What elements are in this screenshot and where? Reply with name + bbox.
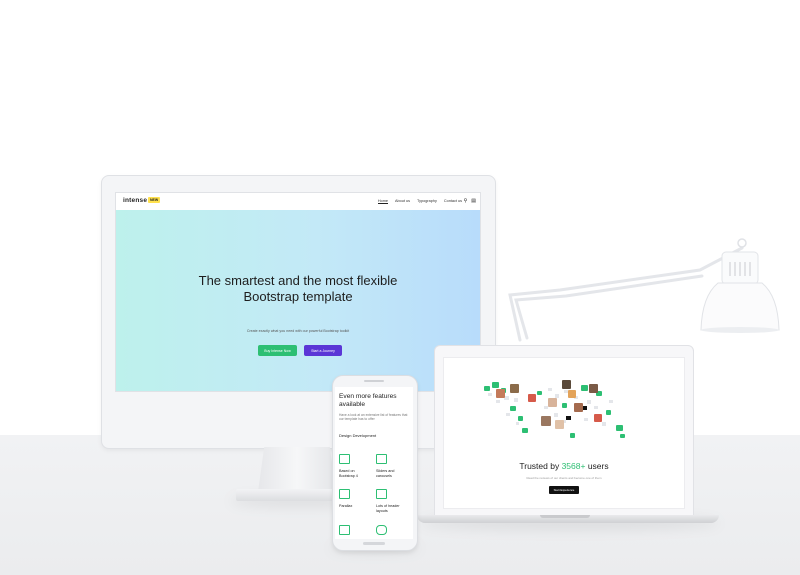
bootstrap-icon	[339, 454, 350, 464]
feature-icon-partial	[339, 525, 350, 535]
phone-screen: Even more features available Have a look…	[335, 387, 413, 539]
monitor-stand	[258, 447, 336, 492]
slider-icon	[376, 454, 387, 464]
trusted-by-prefix: Trusted by	[519, 461, 562, 471]
feature-label: Based on Bootstrap 4	[339, 469, 358, 478]
features-section-label: Design Development	[339, 433, 377, 438]
new-badge: NEW	[148, 197, 161, 203]
feature-item: Parallax	[339, 489, 371, 509]
parallax-icon	[339, 489, 350, 499]
trusted-by-suffix: users	[585, 461, 609, 471]
monitor-screen: intense NEW Home About us Typography Con…	[115, 192, 481, 392]
feature-item: Lots of header layouts	[376, 489, 408, 513]
nav-menu: Home About us Typography Contact us	[377, 199, 462, 204]
buy-now-button[interactable]: Buy Intense Now	[258, 345, 297, 356]
site-logo[interactable]: intense	[123, 197, 147, 204]
hero-title: The smartest and the most flexible Boots…	[198, 273, 398, 304]
feature-icon-partial	[376, 525, 387, 535]
start-experience-button[interactable]: Start Experience	[549, 486, 579, 494]
search-icon[interactable]: ⚲	[464, 198, 468, 204]
nav-item-about[interactable]: About us	[395, 199, 410, 204]
phone-home-indicator	[363, 542, 385, 545]
cart-icon[interactable]: ▤	[471, 198, 476, 204]
user-count: 3568+	[561, 461, 586, 471]
nav-item-typography[interactable]: Typography	[417, 199, 437, 204]
trusted-by-subtitle: Read the reviews of our clients and beco…	[526, 476, 602, 480]
feature-item: Sliders and carousels	[376, 454, 408, 478]
nav-icons: ⚲ ▤	[464, 198, 476, 204]
hero-subtitle: Create exactly what you need with our po…	[246, 329, 350, 333]
hero-section: The smartest and the most flexible Boots…	[116, 210, 480, 391]
feature-label: Parallax	[339, 504, 353, 508]
nav-item-contact[interactable]: Contact us	[444, 199, 462, 204]
laptop-screen: Trusted by 3568+ users Read the reviews …	[443, 357, 685, 509]
header-icon	[376, 489, 387, 499]
site-navbar: intense NEW Home About us Typography Con…	[116, 193, 480, 210]
start-journey-button[interactable]: Start a Journey	[304, 345, 342, 356]
laptop-notch	[540, 515, 590, 518]
features-description: Have a look at an extensive list of feat…	[339, 413, 408, 422]
trusted-by-heading: Trusted by 3568+ users	[444, 461, 684, 471]
feature-item: Based on Bootstrap 4	[339, 454, 371, 478]
feature-label: Lots of header layouts	[376, 504, 400, 513]
features-title: Even more features available	[339, 393, 397, 408]
phone-speaker	[364, 380, 384, 382]
world-map-illustration	[484, 380, 625, 438]
feature-label: Sliders and carousels	[376, 469, 395, 478]
nav-item-home[interactable]: Home	[377, 199, 388, 204]
